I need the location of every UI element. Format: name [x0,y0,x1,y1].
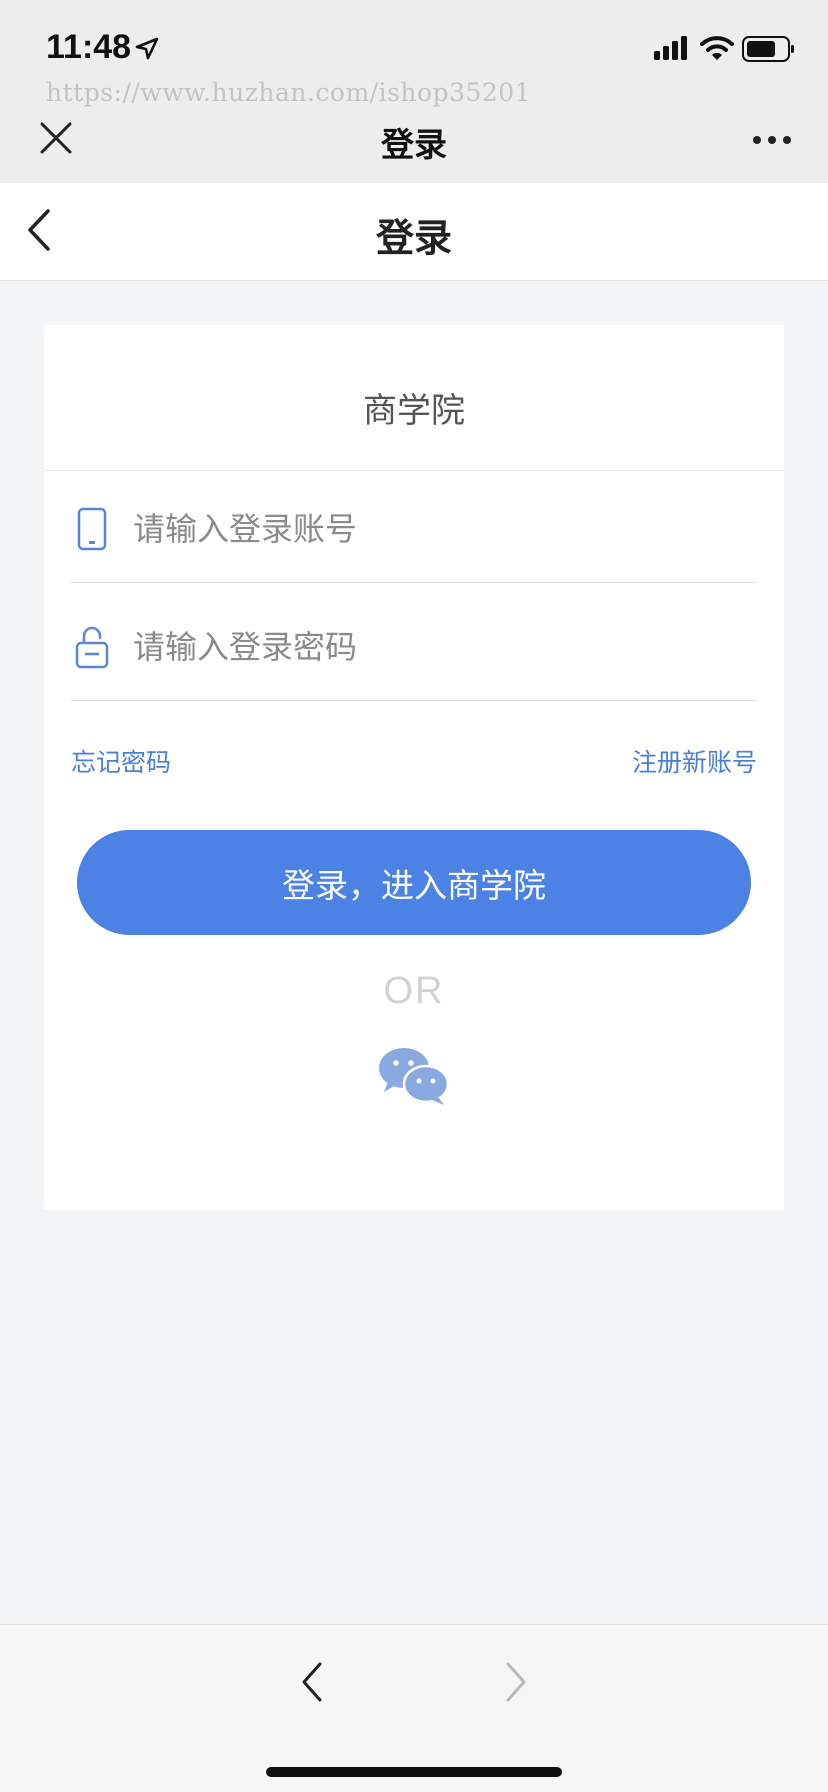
password-field [71,589,757,701]
more-icon[interactable] [752,130,792,150]
bottom-toolbar [0,1624,828,1792]
register-link[interactable]: 注册新账号 [632,743,757,779]
login-card: 商学院 忘记密码 注册新账号 登录，进入商学院 OR [44,325,784,1210]
cellular-signal-icon [654,36,687,60]
lock-icon [75,626,109,669]
password-input[interactable] [133,617,733,677]
or-divider-text: OR [383,970,445,1012]
page-title: 登录 [375,216,452,260]
browser-header: 11:48 https://www.huzhan.com/ishop35201 … [0,0,828,183]
location-arrow-icon [135,37,159,60]
wifi-icon [700,36,734,60]
status-time: 11:48 [46,28,132,66]
account-field [71,471,757,583]
phone-icon [77,507,107,551]
home-indicator [266,1767,562,1777]
wechat-icon[interactable] [378,1046,450,1106]
battery-icon [742,36,794,62]
chevron-left-icon[interactable] [296,1659,330,1705]
card-title: 商学院 [363,391,465,431]
page-nav-bar: 登录 [0,183,828,281]
account-input[interactable] [133,499,733,559]
login-button[interactable]: 登录，进入商学院 [77,830,751,935]
chevron-right-icon [506,1662,526,1702]
forgot-password-link[interactable]: 忘记密码 [71,743,171,779]
url-text: https://www.huzhan.com/ishop35201 [46,78,532,107]
browser-title: 登录 [381,125,447,164]
